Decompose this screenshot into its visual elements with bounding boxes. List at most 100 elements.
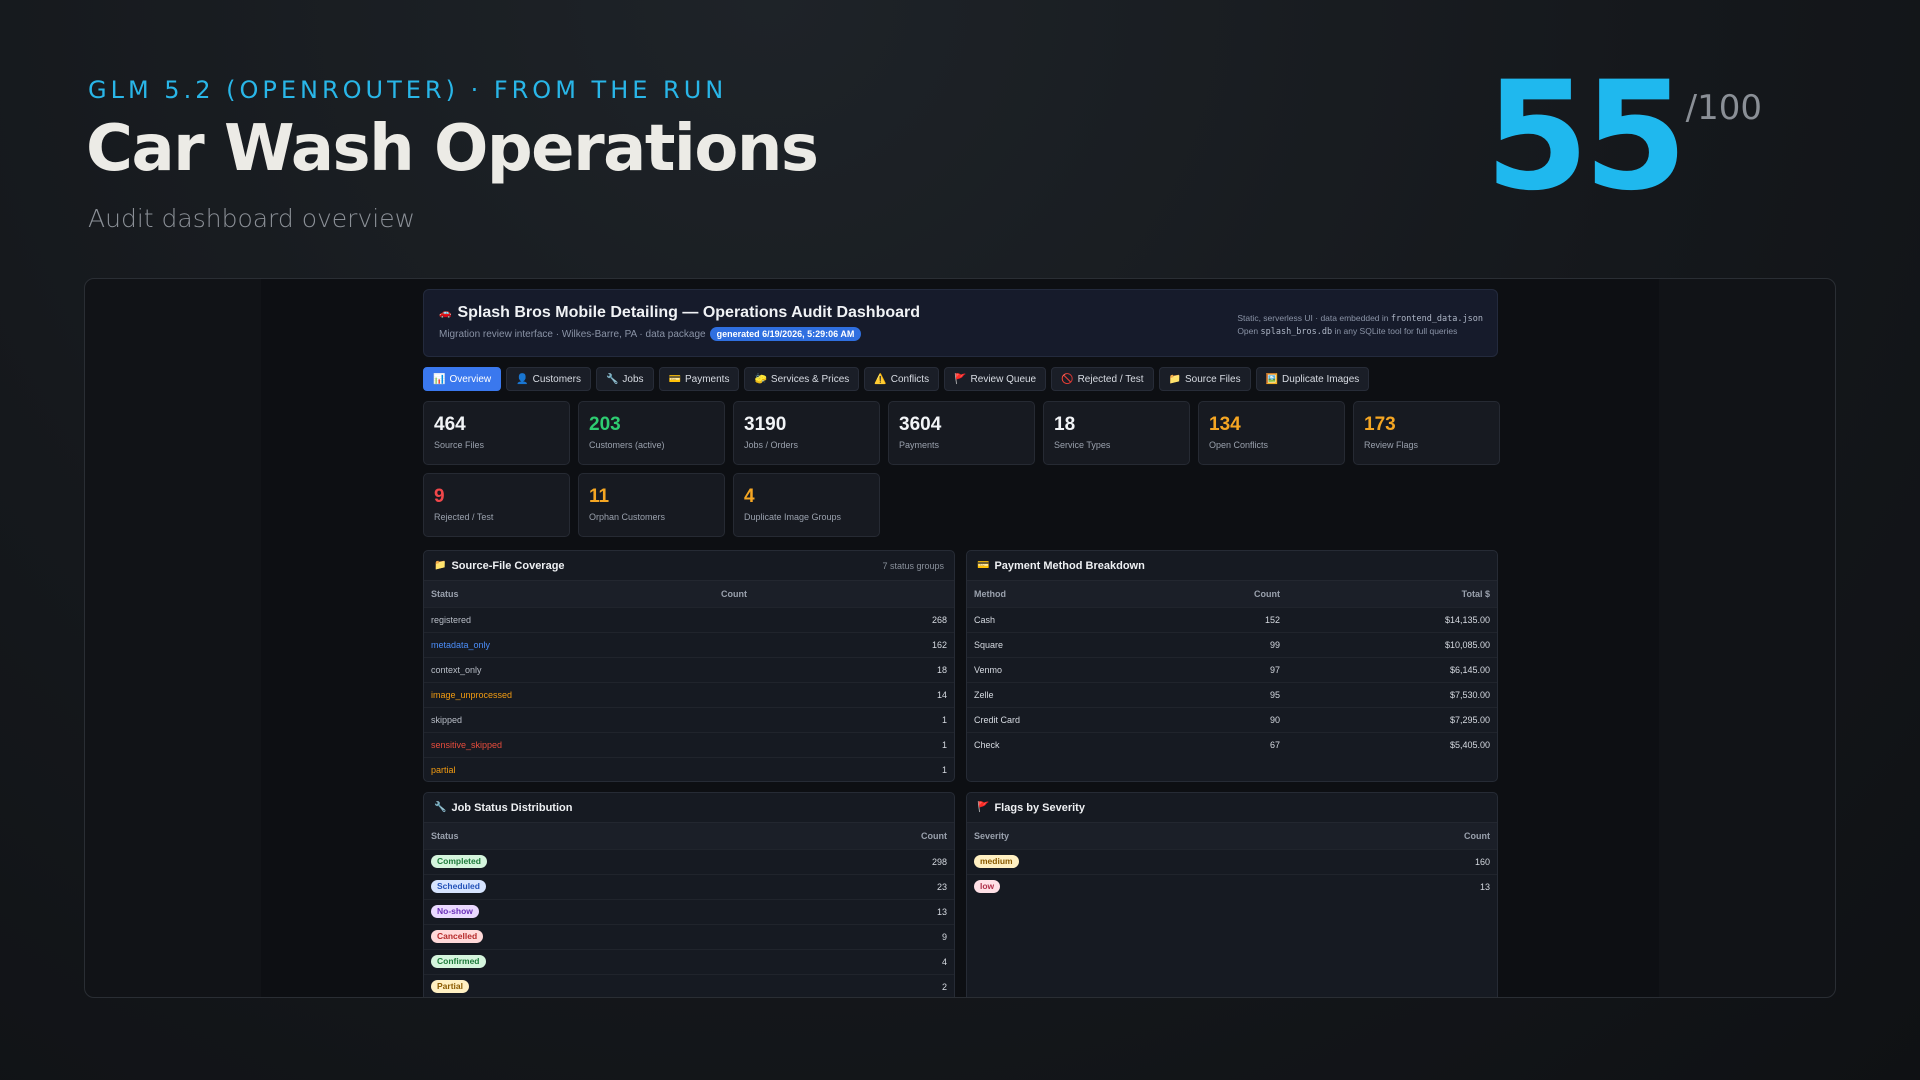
tab-customers[interactable]: 👤 Customers xyxy=(506,367,591,391)
flag-icon: 🚩 xyxy=(954,373,967,385)
table-row: context_only 18 xyxy=(424,656,954,682)
tab-payments[interactable]: 💳 Payments xyxy=(658,367,740,391)
tab-conflicts[interactable]: ⚠️ Conflicts xyxy=(864,367,940,391)
status-badge: Partial xyxy=(431,980,469,994)
col-method: Method xyxy=(967,581,1160,607)
cell-total: $10,085.00 xyxy=(1287,631,1497,657)
credit-card-icon: 💳 xyxy=(668,373,681,385)
cell-status: partial xyxy=(424,756,714,781)
table-row: image_unprocessed 14 xyxy=(424,681,954,707)
stat-card-service-types: 18 Service Types xyxy=(1043,401,1190,465)
tab-label: Review Queue xyxy=(970,373,1037,385)
cell-count: 90 xyxy=(1159,706,1287,732)
table-row: skipped 1 xyxy=(424,706,954,732)
cell-total: $7,295.00 xyxy=(1287,706,1497,732)
app-meta: Migration review interface · Wilkes-Barr… xyxy=(439,328,706,340)
stat-value: 173 xyxy=(1364,414,1396,435)
stat-label: Payments xyxy=(899,440,940,450)
tab-duplicate-images[interactable]: 🖼️ Duplicate Images xyxy=(1255,367,1370,391)
table-row: Confirmed 4 xyxy=(424,948,954,974)
user-icon: 👤 xyxy=(516,373,529,385)
stat-card-source-files: 464 Source Files xyxy=(423,401,570,465)
table-row: metadata_only 162 xyxy=(424,631,954,657)
hero-subtitle: Audit dashboard overview xyxy=(88,204,416,233)
cell-count: 162 xyxy=(714,631,954,657)
cell-method: Zelle xyxy=(967,681,1160,707)
cell-count: 1 xyxy=(714,731,954,757)
panel-job-status: 🔧 Job Status Distribution Status Count Co… xyxy=(423,792,955,997)
cell-status: metadata_only xyxy=(424,631,714,657)
table-row: Zelle 95 $7,530.00 xyxy=(967,681,1497,707)
cell-method: Credit Card xyxy=(967,706,1160,732)
tab-source-files[interactable]: 📁 Source Files xyxy=(1158,367,1251,391)
flags-table: Severity Count medium 160 low 13 xyxy=(967,823,1497,899)
stat-label: Rejected / Test xyxy=(434,512,494,522)
table-row: registered 268 xyxy=(424,606,954,632)
score-display: 55 /100 xyxy=(1485,62,1762,212)
cell-count: 9 xyxy=(761,923,954,949)
table-row: Check 67 $5,405.00 xyxy=(967,731,1497,757)
panel-header: 📁 Source-File Coverage 7 status groups xyxy=(424,551,954,581)
screenshot-frame: 🚗 Splash Bros Mobile Detailing — Operati… xyxy=(84,278,1836,998)
stat-card-orphan-customers: 11 Orphan Customers xyxy=(578,473,725,537)
stat-value: 11 xyxy=(589,486,610,507)
cell-total: $14,135.00 xyxy=(1287,606,1497,632)
panel-aside: 7 status groups xyxy=(882,560,944,571)
severity-badge: low xyxy=(974,880,1001,894)
cell-count: 23 xyxy=(761,873,954,899)
table-row: sensitive_skipped 1 xyxy=(424,731,954,757)
warning-icon: ⚠️ xyxy=(874,373,887,385)
stat-card-jobs: 3190 Jobs / Orders xyxy=(733,401,880,465)
tab-jobs[interactable]: 🔧 Jobs xyxy=(595,367,654,391)
tab-rejected-test[interactable]: 🚫 Rejected / Test xyxy=(1051,367,1154,391)
stat-value: 203 xyxy=(589,414,621,435)
cell-count: 18 xyxy=(714,656,954,682)
cell-count: 95 xyxy=(1159,681,1287,707)
col-count: Count xyxy=(1281,823,1497,849)
col-status: Status xyxy=(424,581,714,607)
table-row: Credit Card 90 $7,295.00 xyxy=(967,706,1497,732)
status-badge: Cancelled xyxy=(431,930,484,943)
tab-overview[interactable]: 📊 Overview xyxy=(423,367,502,391)
prohibited-icon: 🚫 xyxy=(1061,373,1074,385)
table-row: low 13 xyxy=(967,873,1497,899)
score-value: 55 xyxy=(1484,50,1688,224)
hero-title: Car Wash Operations xyxy=(86,112,819,186)
generated-badge: generated 6/19/2026, 5:29:06 AM xyxy=(709,327,862,341)
cell-method: Square xyxy=(967,631,1160,657)
panel-header: 💳 Payment Method Breakdown xyxy=(967,551,1497,581)
note-file-db: splash_bros.db xyxy=(1260,327,1333,337)
status-badge: Completed xyxy=(431,855,487,868)
sponge-icon: 🧽 xyxy=(754,373,767,385)
stat-label: Source Files xyxy=(434,440,485,450)
col-count: Count xyxy=(1159,581,1287,607)
tab-label: Overview xyxy=(449,373,492,385)
table-row: Cash 152 $14,135.00 xyxy=(967,606,1497,632)
tab-label: Payments xyxy=(684,373,730,385)
stat-label: Review Flags xyxy=(1364,440,1419,450)
tab-label: Source Files xyxy=(1185,373,1241,385)
cell-count: 1 xyxy=(714,756,954,781)
tab-label: Rejected / Test xyxy=(1077,373,1144,385)
stat-value: 134 xyxy=(1209,414,1241,435)
panel-title: Job Status Distribution xyxy=(451,801,573,814)
stat-card-review-flags: 173 Review Flags xyxy=(1353,401,1500,465)
app-title: Splash Bros Mobile Detailing — Operation… xyxy=(457,304,921,321)
tab-label: Services & Prices xyxy=(770,373,850,385)
tab-bar: 📊 Overview 👤 Customers 🔧 Jobs 💳 Payments 🧽 Se… xyxy=(423,367,1498,391)
cell-count: 152 xyxy=(1159,606,1287,632)
folder-icon: 📁 xyxy=(434,560,447,571)
tab-label: Conflicts xyxy=(890,373,930,385)
tab-services-prices[interactable]: 🧽 Services & Prices xyxy=(744,367,860,391)
panel-source-coverage: 📁 Source-File Coverage 7 status groups St… xyxy=(423,550,955,782)
stat-card-duplicate-images: 4 Duplicate Image Groups xyxy=(733,473,880,537)
cell-count: 13 xyxy=(761,898,954,924)
note-text: Static, serverless UI · data embedded in xyxy=(1237,313,1389,323)
table-row: No-show 13 xyxy=(424,898,954,924)
cell-status: image_unprocessed xyxy=(424,681,714,707)
cell-count: 67 xyxy=(1159,731,1287,757)
chart-icon: 📊 xyxy=(433,373,446,385)
note-text: in any SQLite tool for full queries xyxy=(1334,326,1458,336)
tab-review-queue[interactable]: 🚩 Review Queue xyxy=(944,367,1047,391)
table-row: Partial 2 xyxy=(424,973,954,997)
